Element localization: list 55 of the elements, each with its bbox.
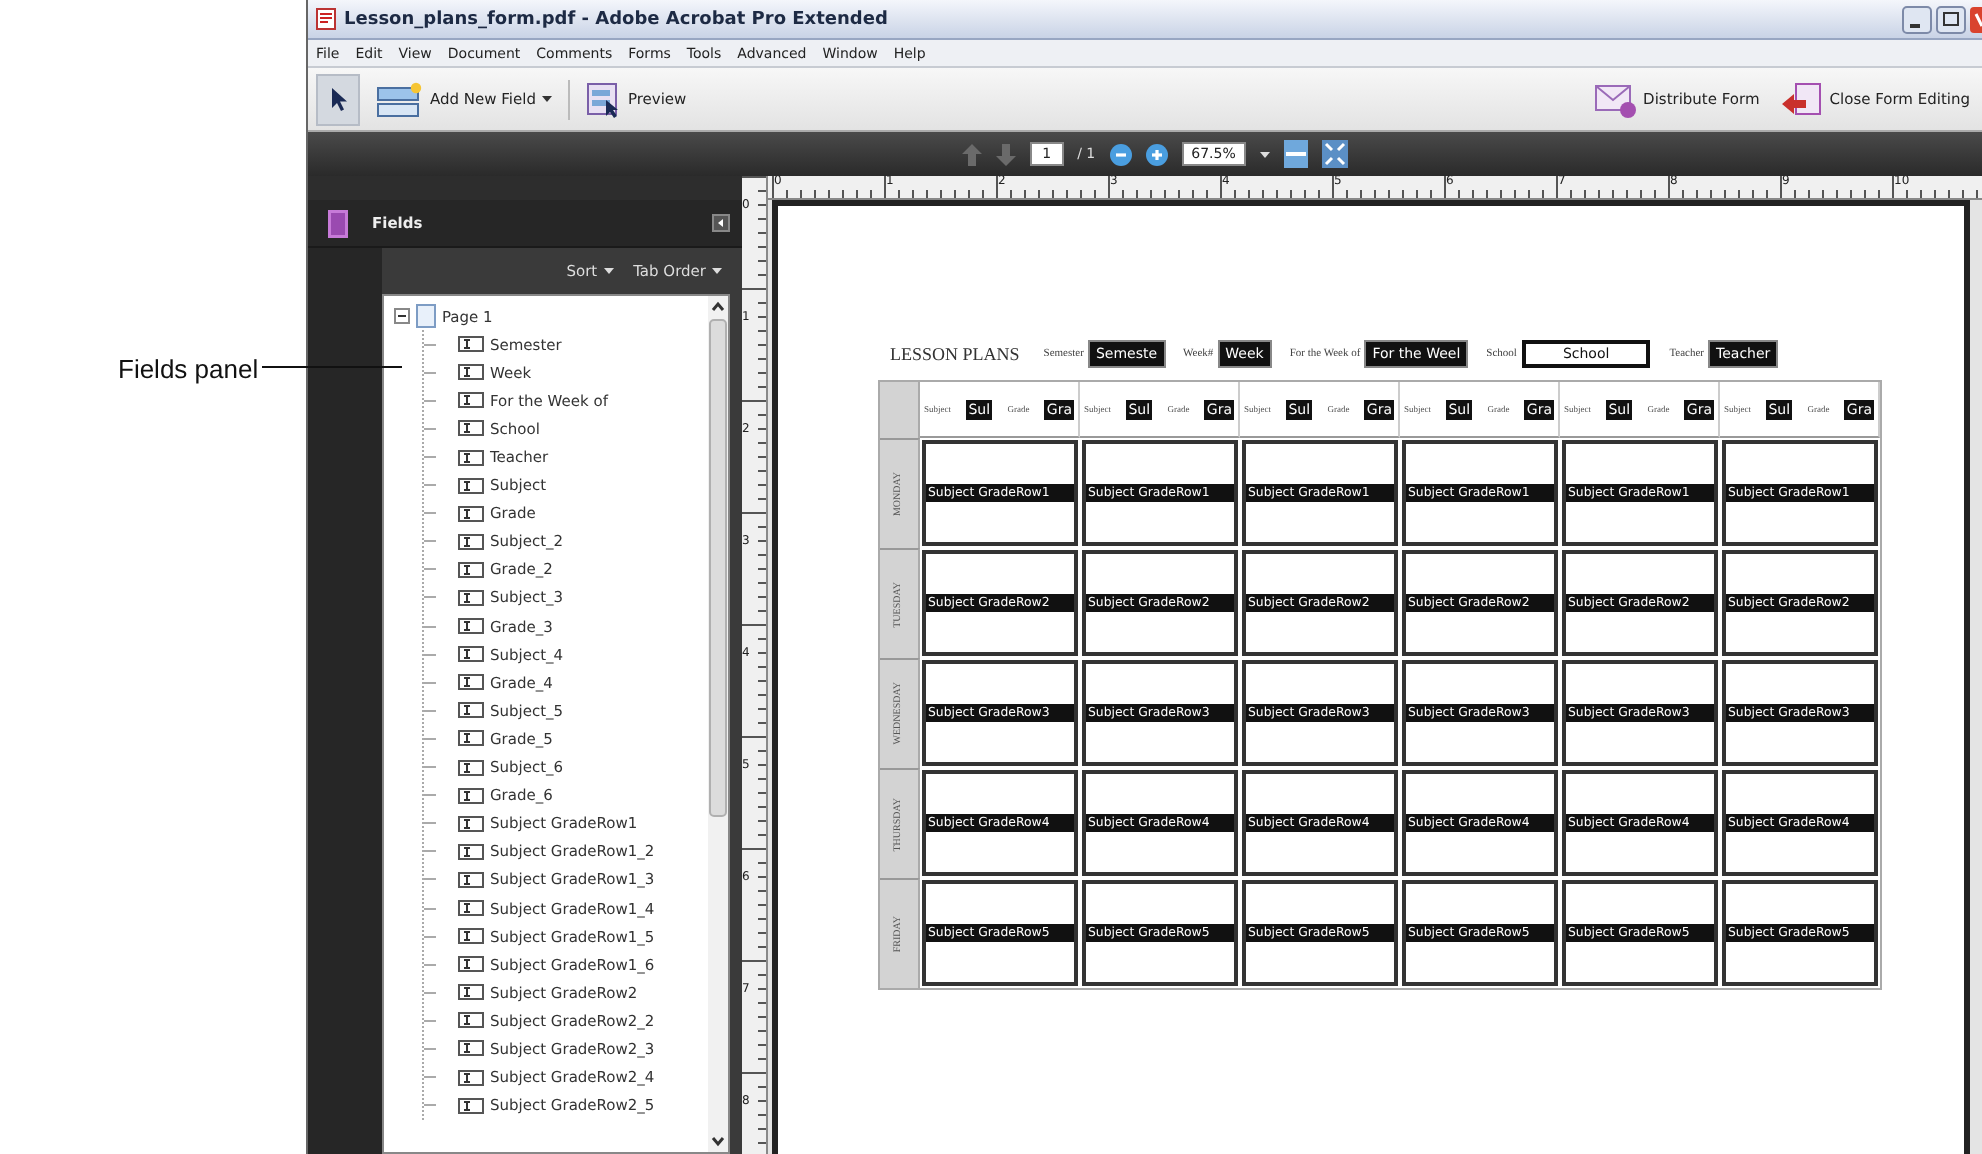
form-title: LESSON PLANS (890, 344, 1020, 364)
text-field-icon (458, 730, 484, 747)
zoom-dropdown-icon[interactable] (1259, 151, 1270, 157)
text-field-icon (458, 843, 484, 860)
text-field-icon (458, 1097, 484, 1114)
close-icon[interactable] (1970, 5, 1982, 33)
fit-page-icon[interactable] (1283, 140, 1308, 168)
text-field-icon (458, 477, 484, 494)
maximize-icon[interactable] (1936, 5, 1966, 33)
caret-icon (603, 268, 614, 274)
text-field-icon (458, 420, 484, 437)
preview-icon (585, 81, 622, 117)
form-field-icon (376, 81, 424, 117)
text-field-icon (458, 702, 484, 719)
text-field-icon (458, 364, 484, 381)
callout-label: Fields panel (118, 354, 259, 384)
text-field-icon (458, 900, 484, 917)
collapse-icon[interactable] (712, 214, 730, 232)
text-field-icon (458, 618, 484, 635)
text-field-icon (458, 505, 484, 522)
caret-icon (541, 96, 552, 102)
text-field-icon (458, 392, 484, 409)
text-field-icon (458, 674, 484, 691)
text-field-icon (458, 787, 484, 804)
text-field-icon (458, 646, 484, 663)
caret-icon (712, 268, 722, 274)
select-tool-button[interactable] (316, 73, 360, 125)
text-field-icon (458, 815, 484, 832)
scrollbar-drawing[interactable] (708, 296, 728, 1152)
text-field-icon (458, 1069, 484, 1086)
text-field-icon (458, 589, 484, 606)
zoom-out-icon[interactable] (1109, 143, 1132, 165)
pointer-icon (329, 86, 347, 112)
page-icon (416, 304, 436, 329)
text-field-icon (458, 759, 484, 776)
text-field-icon (458, 336, 484, 353)
document-arrow-icon (1779, 81, 1824, 117)
envelope-icon (1593, 81, 1638, 117)
fields-icon[interactable] (328, 209, 348, 237)
text-field-icon (458, 1012, 484, 1029)
leader-line (262, 366, 402, 368)
text-field-icon (458, 449, 484, 466)
text-field-icon (458, 533, 484, 550)
text-field-icon (458, 561, 484, 578)
minimize-icon[interactable] (1902, 5, 1932, 33)
text-field-icon (458, 956, 484, 973)
window-title: Lesson_plans_form.pdf - Adobe Acrobat Pro Extended (344, 9, 888, 29)
text-field-icon (458, 1040, 484, 1057)
text-field-icon (458, 871, 484, 888)
text-field-icon (458, 928, 484, 945)
text-field-icon (458, 984, 484, 1001)
collapse-toggle-icon[interactable] (394, 308, 410, 325)
zoom-in-icon[interactable] (1145, 143, 1168, 165)
pdf-icon (316, 8, 336, 30)
fit-width-icon[interactable] (1321, 140, 1348, 168)
